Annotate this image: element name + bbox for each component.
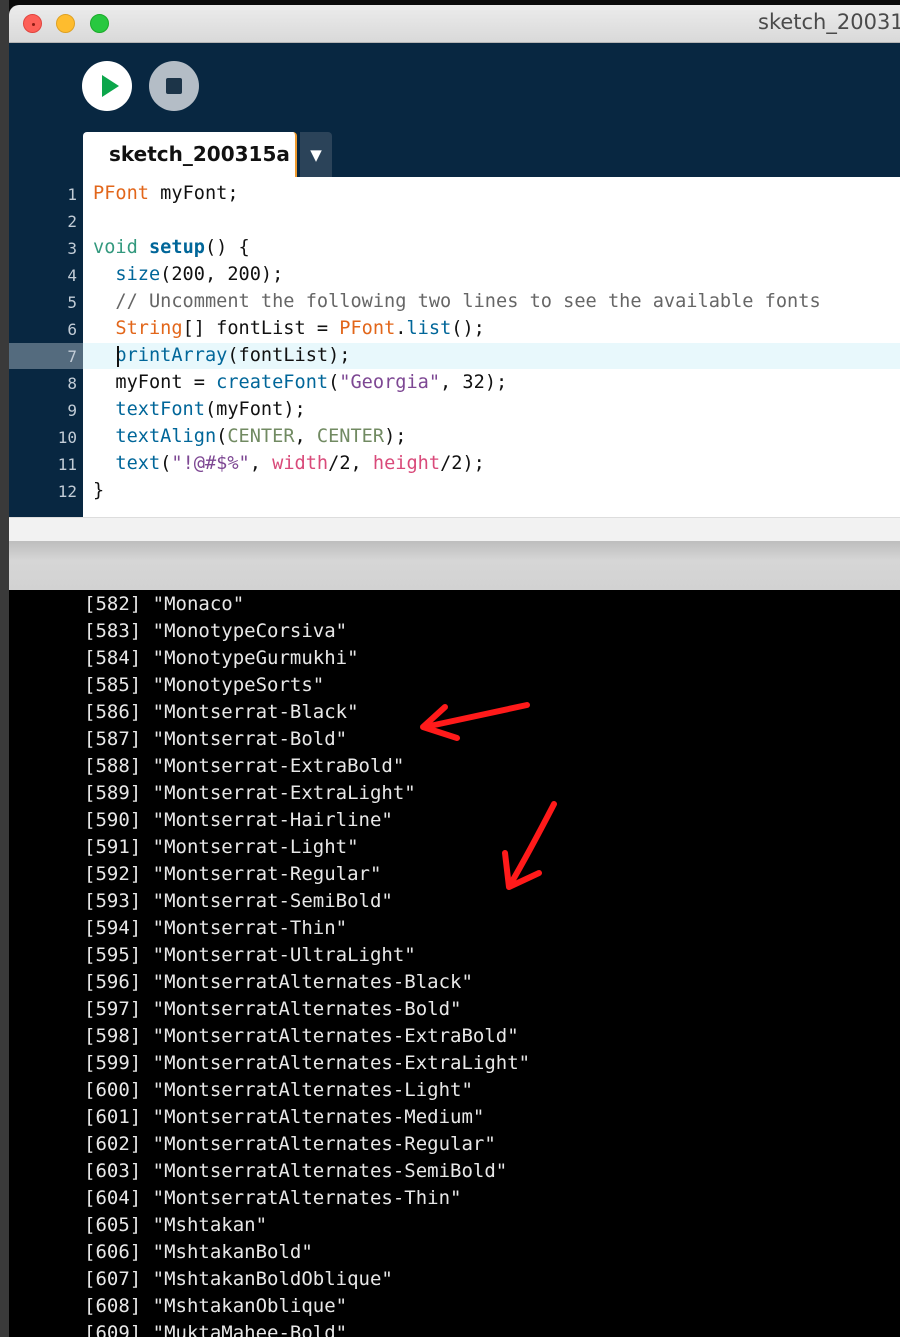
red-arrow-icon [420, 702, 530, 741]
processing-window: sketch_20031 sketch_200315a ▼ 1 2 3 4 5 … [9, 5, 900, 1337]
red-arrow-icon [502, 801, 557, 890]
background-window-edge [0, 0, 9, 1337]
annotation-arrows [420, 702, 557, 890]
